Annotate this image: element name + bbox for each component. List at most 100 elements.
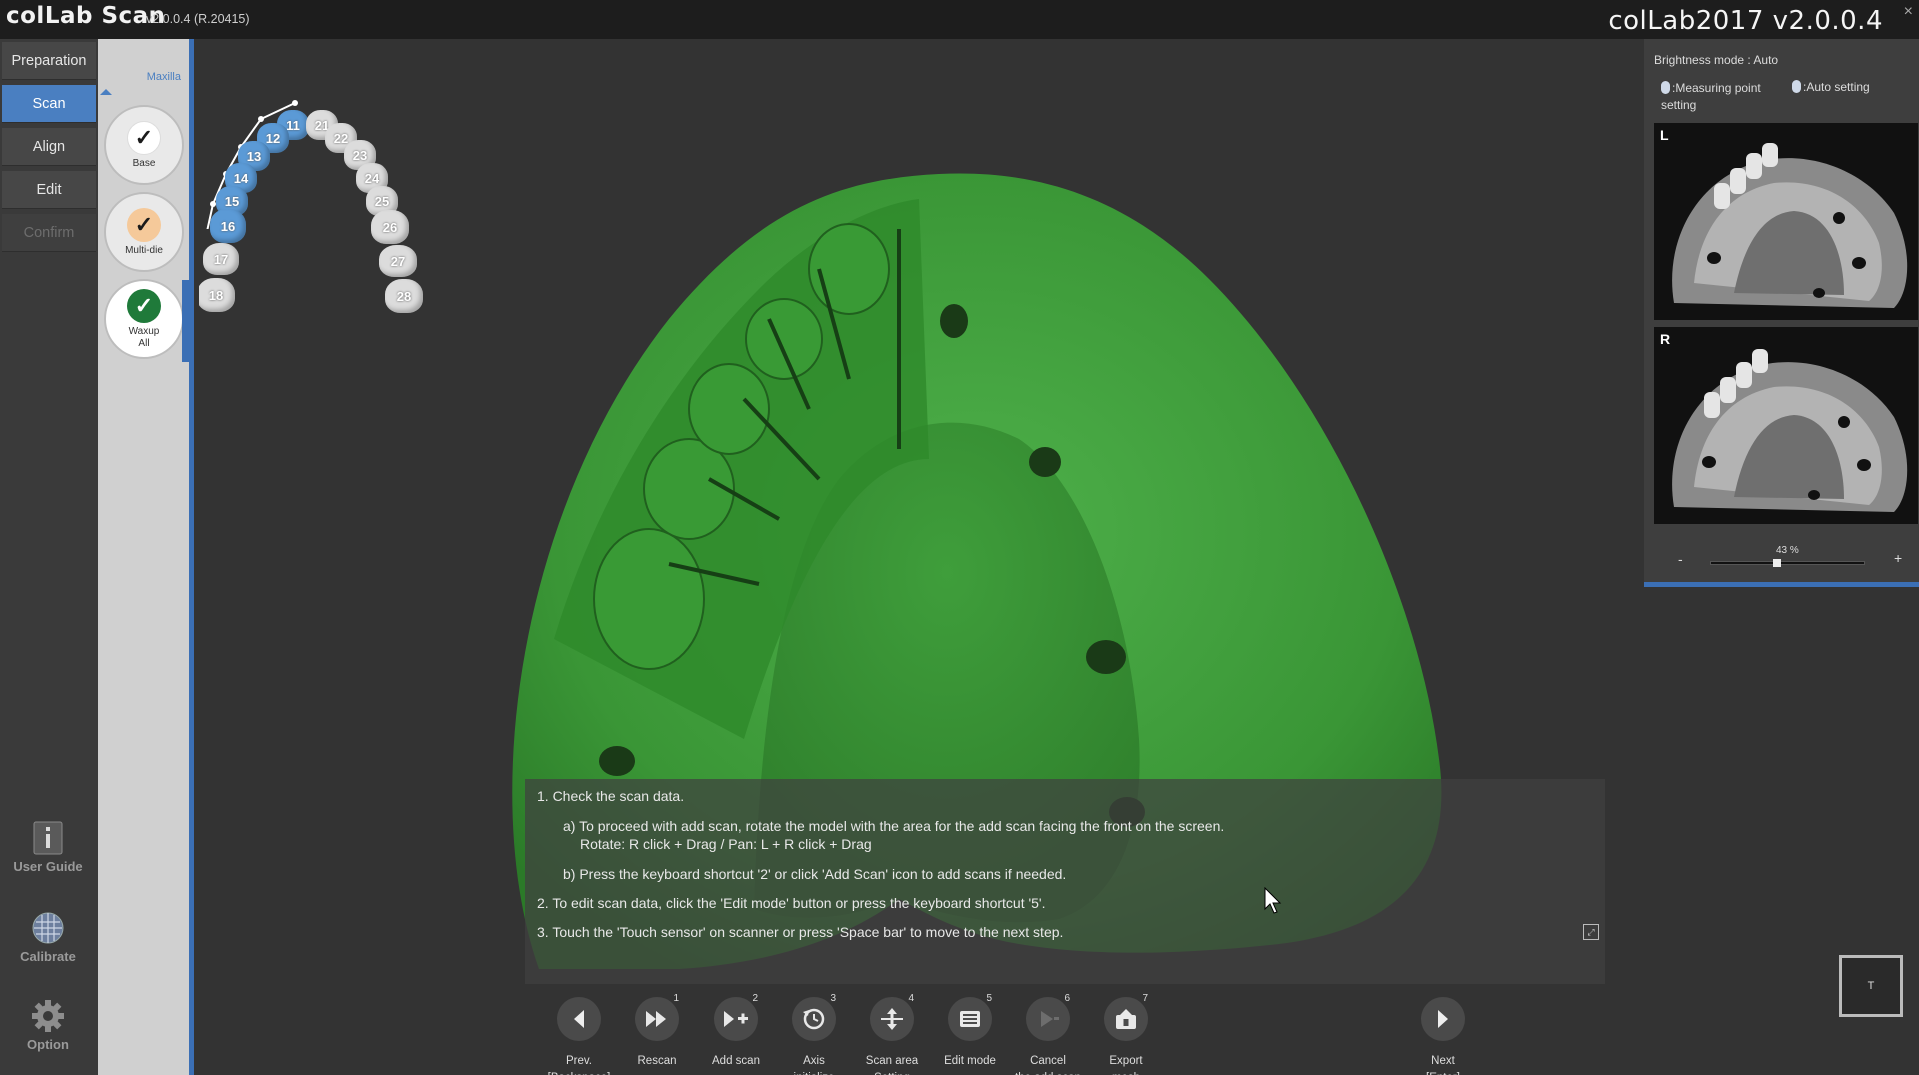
- auto-setting-label: :Auto setting: [1803, 80, 1870, 94]
- auto-setting[interactable]: :Auto setting: [1792, 80, 1870, 94]
- shortcut-key: 6: [1064, 993, 1070, 1004]
- pin-hole: [940, 304, 968, 338]
- zoom-out-button[interactable]: -: [1678, 551, 1683, 567]
- shortcut-key: 1: [673, 993, 679, 1004]
- prev-label: Prev. [Backspace]: [548, 1055, 611, 1075]
- tooth-26[interactable]: 26: [371, 210, 409, 244]
- 3d-viewport[interactable]: 11 12 13 14 15 16 17 18 21 22 23 24 25 2…: [199, 39, 1644, 1075]
- nav-preparation[interactable]: Preparation: [2, 42, 96, 80]
- chevron-left-icon: [557, 997, 601, 1041]
- axis-initialize-button[interactable]: 3 Axis initialize: [774, 993, 854, 1075]
- mouse-cursor-icon: [1264, 887, 1282, 914]
- touch-button[interactable]: T: [1839, 955, 1903, 1017]
- pin-hole: [1086, 640, 1126, 674]
- camera-right-tag: R: [1660, 331, 1671, 347]
- add-scan-button[interactable]: 2 Add scan: [696, 993, 776, 1070]
- shortcut-key: 7: [1142, 993, 1148, 1004]
- tooth-18[interactable]: 18: [199, 278, 235, 312]
- axis-initialize-label: Axis initialize: [794, 1055, 835, 1075]
- stage-base[interactable]: ✓ Base: [104, 105, 184, 185]
- info-icon: [31, 821, 65, 855]
- camera-right-view[interactable]: R: [1654, 327, 1918, 524]
- jaw-indicator-icon: [100, 89, 112, 95]
- pin-hole: [599, 746, 635, 776]
- app-version: v2.0.0.4 (R.20415): [146, 12, 250, 26]
- option-label: Option: [27, 1037, 69, 1052]
- check-icon: ✓: [127, 288, 161, 323]
- mouse-right-icon: [1792, 80, 1801, 93]
- stage-waxup-all[interactable]: ✓ Waxup All: [104, 279, 184, 359]
- tooth-27[interactable]: 27: [379, 245, 417, 277]
- camera-left-view[interactable]: L: [1654, 123, 1918, 320]
- shortcut-key: 2: [752, 993, 758, 1004]
- app-window: colLab Scan v2.0.0.4 (R.20415) colLab201…: [0, 0, 1919, 1075]
- zoom-value: 43 %: [1776, 545, 1799, 556]
- measuring-point-label: :Measuring point setting: [1661, 81, 1761, 112]
- axis-reset-icon: 3: [792, 993, 836, 1041]
- shortcut-key: 5: [986, 993, 992, 1004]
- next-button[interactable]: Next [Enter]: [1403, 997, 1483, 1075]
- scan-area-setting-label: Scan area Setting: [865, 1055, 919, 1075]
- edit-mode-label: Edit mode: [944, 1055, 996, 1067]
- app-name: colLab Scan: [6, 3, 166, 29]
- fullscreen-icon[interactable]: ⤢: [1583, 924, 1599, 940]
- gear-icon: [31, 999, 65, 1033]
- brightness-mode-label: Brightness mode : Auto: [1654, 53, 1779, 67]
- tooth-28[interactable]: 28: [385, 279, 423, 313]
- scan-stage-panel: Maxilla ✓ Base ✓ Multi-die ✓ Waxup All: [98, 39, 194, 1075]
- zoom-slider[interactable]: [1710, 559, 1865, 567]
- jaw-label[interactable]: Maxilla: [147, 71, 181, 83]
- instruction-step-1a: a) To proceed with add scan, rotate the …: [563, 818, 1225, 834]
- cancel-add-scan-label: Cancel the add scan: [1015, 1055, 1081, 1075]
- edit-mode-icon: 5: [948, 993, 992, 1041]
- add-scan-icon: 2: [714, 993, 758, 1041]
- pin-hole: [1029, 447, 1061, 477]
- edit-mode-button[interactable]: 5 Edit mode: [930, 993, 1010, 1070]
- stage-waxup-label: Waxup All: [128, 325, 160, 349]
- mouse-left-icon: [1661, 81, 1670, 94]
- camera-left-tag: L: [1660, 127, 1669, 143]
- molar-tooth: [593, 528, 705, 670]
- next-label: Next [Enter]: [1426, 1055, 1460, 1075]
- shortcut-key: 3: [830, 993, 836, 1004]
- camera-left-image: [1672, 143, 1908, 308]
- camera-right-image: [1672, 349, 1908, 512]
- user-guide-label: User Guide: [13, 859, 83, 874]
- nav-edit[interactable]: Edit: [2, 171, 96, 209]
- calibrate-label: Calibrate: [20, 949, 76, 964]
- nav-align[interactable]: Align: [2, 128, 96, 166]
- export-mesh-button[interactable]: 7 Export mesh: [1086, 993, 1166, 1075]
- cancel-add-scan-button[interactable]: 6 Cancel the add scan: [1008, 993, 1088, 1075]
- chevron-right-icon: [1421, 997, 1465, 1041]
- stage-base-label: Base: [132, 157, 156, 169]
- instruction-step-1a-hint: Rotate: R click + Drag / Pan: L + R clic…: [580, 836, 872, 852]
- tooth-17[interactable]: 17: [203, 243, 239, 275]
- premolar-tooth: [688, 363, 770, 455]
- cancel-add-scan-icon: 6: [1026, 993, 1070, 1041]
- tooth-16[interactable]: 16: [210, 209, 246, 243]
- rescan-button[interactable]: 1 Rescan: [617, 993, 697, 1070]
- brand-title: colLab2017 v2.0.0.4: [1608, 6, 1883, 36]
- calibrate-grid-icon: [31, 911, 65, 945]
- prev-button[interactable]: Prev. [Backspace]: [539, 997, 619, 1075]
- left-nav: Preparation Scan Align Edit Confirm User…: [0, 39, 98, 1075]
- check-icon: ✓: [127, 207, 161, 242]
- user-guide-button[interactable]: User Guide: [0, 821, 96, 874]
- instructions-panel: 1. Check the scan data. a) To proceed wi…: [525, 779, 1605, 984]
- zoom-in-button[interactable]: +: [1894, 550, 1902, 566]
- nav-confirm[interactable]: Confirm: [2, 214, 96, 252]
- calibrate-button[interactable]: Calibrate: [0, 911, 96, 964]
- stage-multi-die[interactable]: ✓ Multi-die: [104, 192, 184, 272]
- zoom-slider-handle[interactable]: [1773, 559, 1782, 567]
- add-scan-label: Add scan: [712, 1055, 760, 1067]
- option-button[interactable]: Option: [0, 999, 96, 1052]
- instruction-step-2: 2. To edit scan data, click the 'Edit mo…: [537, 895, 1046, 911]
- stage-multi-die-label: Multi-die: [125, 244, 163, 256]
- close-icon[interactable]: ×: [1904, 3, 1913, 21]
- measuring-point-setting[interactable]: :Measuring point setting: [1661, 80, 1781, 114]
- title-bar: colLab Scan v2.0.0.4 (R.20415) colLab201…: [0, 0, 1919, 39]
- instruction-step-1b: b) Press the keyboard shortcut '2' or cl…: [563, 866, 1067, 882]
- nav-scan[interactable]: Scan: [2, 85, 96, 123]
- scan-area-setting-button[interactable]: 4 Scan area Setting: [852, 993, 932, 1075]
- instruction-step-1: 1. Check the scan data.: [537, 788, 685, 804]
